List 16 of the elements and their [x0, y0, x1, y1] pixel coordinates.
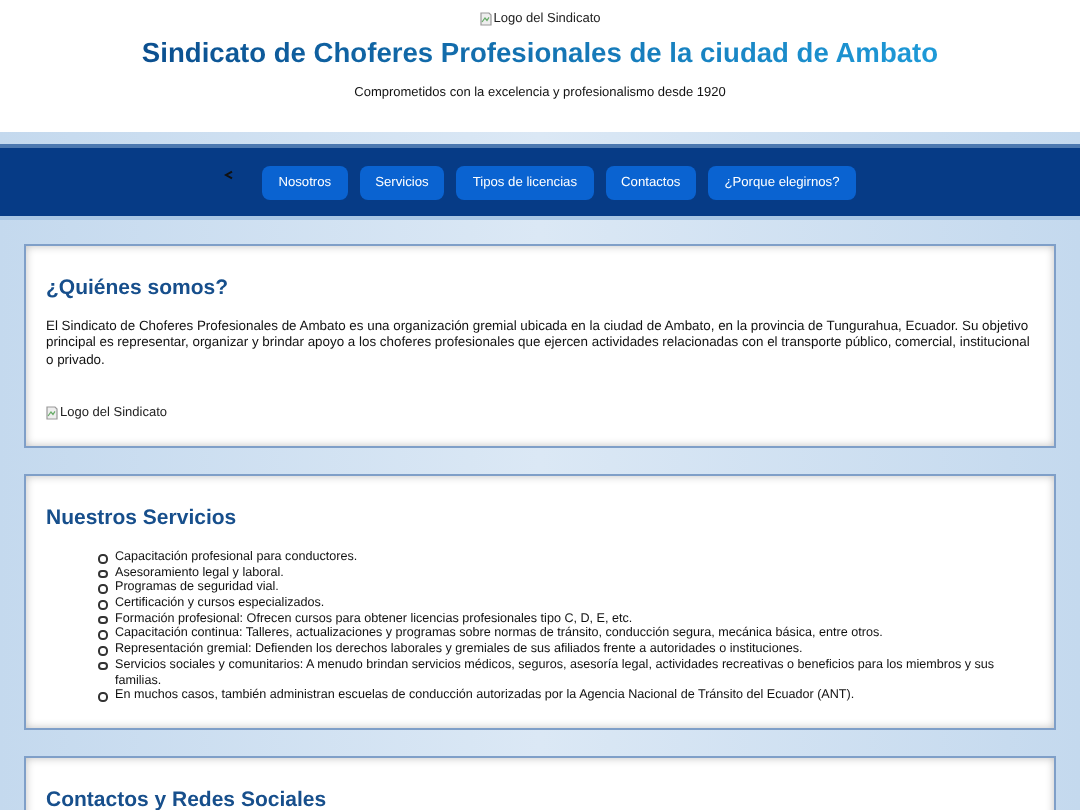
bullet-icon [98, 615, 107, 625]
broken-image-icon [479, 12, 492, 26]
broken-image-icon [46, 406, 58, 421]
bullet-icon [98, 569, 107, 579]
bullet-icon [98, 661, 107, 671]
site-title: Sindicato de Choferes Profesionales de la ciudad de Ambato [141, 38, 939, 68]
bullet-icon [98, 630, 107, 640]
bullet-icon [98, 692, 107, 702]
bullet-icon [98, 554, 107, 564]
bullet-icon [98, 600, 107, 610]
section-heading: Contactos y Redes Sociales [46, 787, 329, 810]
section-heading: ¿Quiénes somos? [46, 276, 231, 300]
section-heading: Nuestros Servicios [46, 506, 239, 531]
bullet-icon [98, 584, 107, 594]
chevron-icon [224, 169, 235, 179]
bullet-icon [98, 646, 107, 656]
